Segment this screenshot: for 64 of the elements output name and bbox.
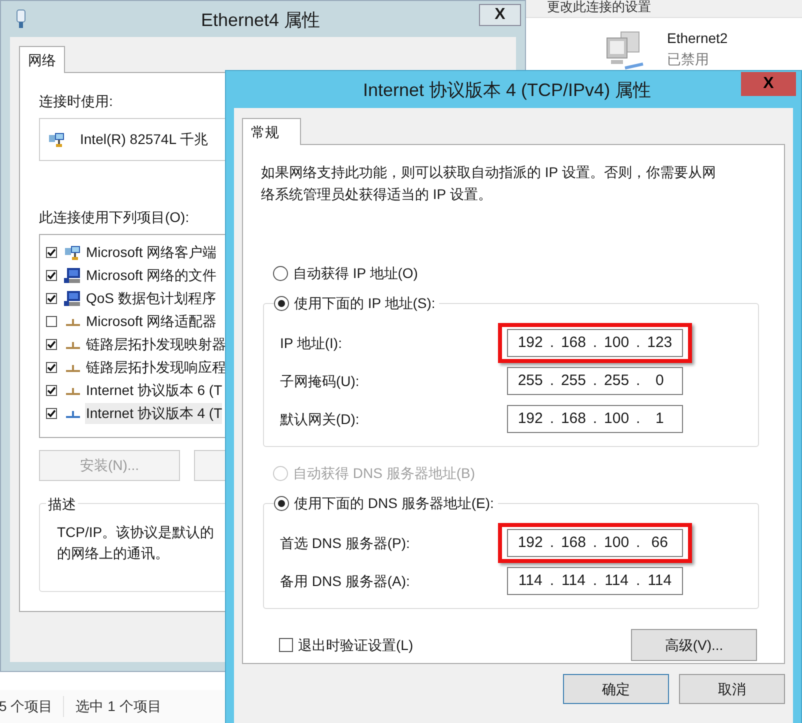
computer-icon xyxy=(64,290,82,307)
adapter-status: 已禁用 xyxy=(667,50,710,69)
radio-button[interactable] xyxy=(274,296,289,311)
radio-label: 自动获得 DNS 服务器地址(B) xyxy=(293,464,475,483)
list-item[interactable]: 链路层拓扑发现映射器 xyxy=(85,334,226,355)
checkbox[interactable] xyxy=(46,270,57,281)
checkbox[interactable] xyxy=(279,638,293,652)
field-label: IP 地址(I): xyxy=(279,334,343,353)
ip-address-field[interactable]: 192 . 168 . 100 . 1 xyxy=(507,405,683,433)
ip-address-field[interactable]: 192 . 168 . 100 . 123 xyxy=(507,329,683,357)
radio-button[interactable] xyxy=(273,266,288,280)
network-protocol-icon xyxy=(65,408,81,418)
checkbox-label: 退出时验证设置(L) xyxy=(298,636,414,655)
radio-label: 使用下面的 DNS 服务器地址(E): xyxy=(294,494,494,513)
field-label: 备用 DNS 服务器(A): xyxy=(279,572,411,591)
field-label: 子网掩码(U): xyxy=(279,372,360,391)
radio-button[interactable] xyxy=(274,496,289,511)
checkbox[interactable] xyxy=(46,316,57,327)
checkbox[interactable] xyxy=(46,293,57,304)
list-item[interactable]: Microsoft 网络客户端 xyxy=(85,242,217,263)
header-text: 更改此连接的设置 xyxy=(547,0,651,16)
ip-address-field[interactable]: 255 . 255 . 255 . 0 xyxy=(507,367,683,395)
tab[interactable]: 常规 xyxy=(242,118,301,145)
network-protocol-icon xyxy=(65,362,81,372)
description-text: 的网络上的通讯。 xyxy=(57,544,169,563)
list-item[interactable]: Internet 协议版本 6 (T xyxy=(85,380,222,401)
connect-using-label: 连接时使用: xyxy=(39,92,114,111)
selection-count: 选中 1 个项目 xyxy=(74,697,162,716)
radio-label: 自动获得 IP 地址(O) xyxy=(293,264,418,283)
list-item[interactable]: 链路层拓扑发现响应程 xyxy=(85,357,226,378)
network-adapter-icon xyxy=(16,9,26,29)
radio-label: 使用下面的 IP 地址(S): xyxy=(294,294,436,313)
checkbox[interactable] xyxy=(46,339,57,350)
list-item[interactable]: Microsoft 网络的文件 xyxy=(85,265,217,286)
description-text: TCP/IP。该协议是默认的 xyxy=(57,523,214,542)
close-button[interactable]: X xyxy=(479,4,521,26)
checkbox[interactable] xyxy=(46,408,57,419)
ip-address-field[interactable]: 114 . 114 . 114 . 114 xyxy=(507,567,683,595)
list-item[interactable]: QoS 数据包计划程序 xyxy=(85,288,216,309)
list-item[interactable]: Microsoft 网络适配器 xyxy=(85,311,217,332)
network-protocol-icon xyxy=(65,386,81,396)
field-label: 首选 DNS 服务器(P): xyxy=(279,534,411,553)
ip-address-field[interactable]: 192 . 168 . 100 . 66 xyxy=(507,529,683,557)
field-label: 默认网关(D): xyxy=(279,410,360,429)
network-client-icon xyxy=(48,132,66,148)
close-button[interactable]: X xyxy=(741,72,796,96)
network-protocol-icon xyxy=(65,340,81,350)
checkbox[interactable] xyxy=(46,385,57,396)
adapter-name[interactable]: Ethernet2 xyxy=(667,28,728,49)
network-client-icon xyxy=(64,244,82,260)
intro-text: 如果网络支持此功能，则可以获取自动指派的 IP 设置。否则，你需要从网络系统管理员处获得适当的 IP 设置。 xyxy=(260,163,717,204)
ok-button[interactable]: 确定 xyxy=(563,674,669,704)
tab[interactable]: 网络 xyxy=(19,46,65,73)
adapter-name: Intel(R) 82574L 千兆 xyxy=(80,130,208,149)
network-protocol-icon xyxy=(65,316,81,326)
checkbox[interactable] xyxy=(46,362,57,373)
advanced-button[interactable]: 高级(V)... xyxy=(631,629,757,661)
cancel-button[interactable]: 取消 xyxy=(679,674,785,704)
window-title: Internet 协议版本 4 (TCP/IPv4) 属性 xyxy=(363,79,652,102)
items-label: 此连接使用下列项目(O): xyxy=(39,208,190,227)
window-title: Ethernet4 属性 xyxy=(201,9,320,32)
checkbox[interactable] xyxy=(46,247,57,258)
list-item[interactable]: Internet 协议版本 4 (T xyxy=(85,403,222,424)
computer-icon xyxy=(64,267,82,284)
